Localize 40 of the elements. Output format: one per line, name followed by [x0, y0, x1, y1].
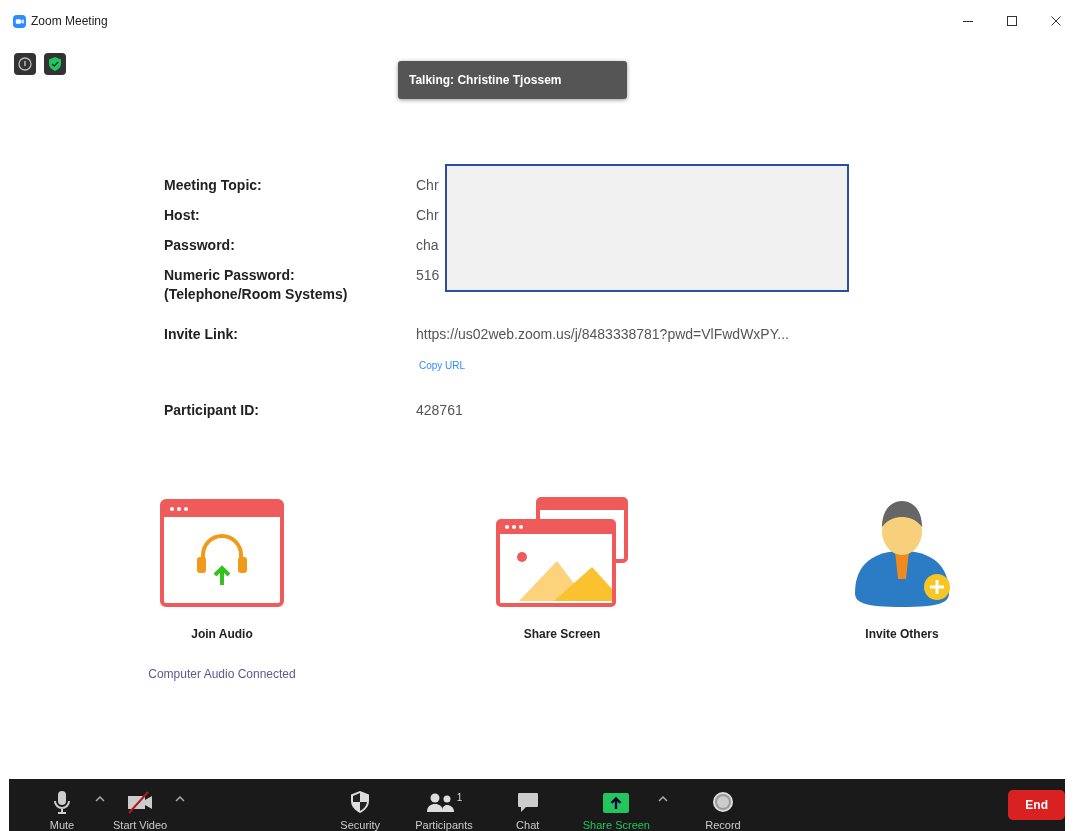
toolbar-button[interactable]: Chat [498, 779, 557, 831]
toolbar-button[interactable]: 1 Participants [411, 779, 477, 831]
field-value: 428761 [416, 401, 464, 420]
field-label: Password: [164, 236, 236, 255]
field-value: 516 [416, 266, 441, 285]
video-off-icon [126, 790, 155, 814]
close-icon[interactable] [1049, 14, 1063, 28]
toolbar-button[interactable]: Mute [33, 779, 91, 831]
share-screen-icon [602, 792, 631, 814]
end-button[interactable]: End [1008, 790, 1065, 820]
toolbar-button[interactable]: Security [331, 779, 390, 831]
audio-status-text: Computer Audio Connected [148, 667, 296, 681]
copy-url-link[interactable]: Copy URL [419, 360, 466, 372]
field-label: Numeric Password: [164, 266, 296, 285]
app-logo-icon [13, 14, 26, 28]
action-label[interactable]: Join Audio [191, 627, 253, 641]
talking-indicator: Talking: Christine Tjossem [398, 61, 628, 99]
shield-icon[interactable] [44, 53, 66, 75]
field-value: Chr [416, 206, 440, 225]
window-title: Zoom Meeting [31, 14, 108, 28]
field-label: Participant ID: [164, 401, 260, 420]
toolbar-button[interactable]: Record [694, 779, 752, 831]
field-label: (Telephone/Room Systems) [164, 285, 349, 303]
share-screen-icon[interactable] [494, 497, 630, 609]
maximize-icon[interactable] [1005, 14, 1019, 28]
field-value: https://us02web.zoom.us/j/8483338781?pwd=VlFwdWxPY... [416, 325, 790, 344]
field-label: Invite Link: [164, 325, 239, 344]
chat-icon [515, 790, 540, 814]
join-audio-icon[interactable] [160, 499, 284, 609]
toolbar-button[interactable]: Share Screen [578, 779, 654, 831]
action-label[interactable]: Invite Others [865, 627, 939, 641]
action-label[interactable]: Share Screen [523, 627, 601, 641]
record-icon [711, 790, 735, 814]
field-value: Chr [416, 176, 440, 195]
toolbar-button[interactable]: Start Video [109, 779, 172, 831]
field-value: cha [416, 236, 440, 255]
field-label: Meeting Topic: [164, 176, 263, 195]
participants-icon [425, 792, 456, 814]
field-label: Host: [164, 206, 201, 225]
info-icon[interactable] [14, 53, 36, 75]
